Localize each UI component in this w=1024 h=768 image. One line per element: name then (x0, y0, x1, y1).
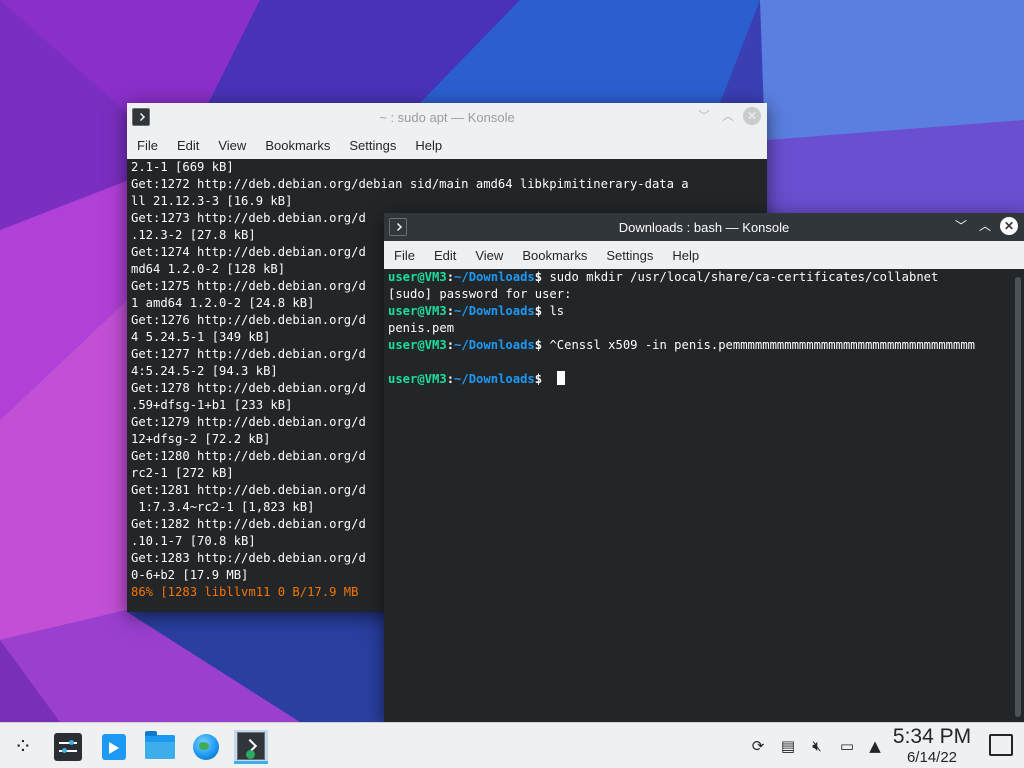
updates-icon: ⟳ (751, 737, 765, 755)
volume-muted-icon: 🔇︎ (812, 737, 822, 755)
prompt-sign: $ (534, 304, 543, 318)
dolphin-file-manager-button[interactable] (143, 730, 177, 764)
menu-bookmarks[interactable]: Bookmarks (514, 248, 595, 263)
dolphin-folder-icon (145, 731, 175, 759)
application-launcher-icon: ⁘ (13, 734, 33, 760)
command-output (388, 354, 1010, 371)
prompt-line: user@VM3:~/Downloads$ ls (388, 303, 1010, 320)
network-wired-icon: ▭ (839, 737, 855, 755)
clipboard-icon: ▤ (780, 737, 796, 755)
system-settings-button[interactable] (51, 730, 85, 764)
menu-edit[interactable]: Edit (169, 138, 207, 153)
prompt-separator: : (446, 338, 455, 352)
chevron-up-icon: ︿ (978, 219, 991, 233)
text-cursor (556, 371, 565, 385)
menu-help[interactable]: Help (407, 138, 450, 153)
clock-time[interactable]: 5:34 PM (880, 725, 984, 749)
taskbar-panel: ⁘ ⟳ ▤ 🔇︎ ▭ ▲ 5:34 PM 6/14/22 (0, 722, 1024, 768)
prompt-separator: : (446, 304, 455, 318)
menu-file[interactable]: File (386, 248, 423, 263)
terminal-line: Get:1272 http://deb.debian.org/debian si… (131, 177, 689, 191)
prompt-path: ~/Downloads (454, 304, 535, 318)
window-title: ~ : sudo apt — Konsole (379, 109, 515, 125)
prompt-user: user@VM3 (388, 338, 447, 352)
command-output: penis.pem (388, 321, 455, 335)
chevron-down-icon: ﹀ (697, 109, 710, 123)
prompt-user: user@VM3 (388, 372, 447, 386)
window-titlebar[interactable]: ~ : sudo apt — Konsole ﹀ ︿ ✕ (127, 103, 767, 131)
prompt-sign: $ (534, 372, 543, 386)
menu-view[interactable]: View (210, 138, 254, 153)
close-button[interactable]: ✕ (743, 107, 761, 125)
chevron-up-icon: ︿ (721, 109, 734, 123)
close-icon: ✕ (1003, 219, 1015, 233)
close-icon: ✕ (746, 109, 758, 123)
clipboard-tray-button[interactable]: ▤ (777, 735, 799, 757)
konsole-app-icon[interactable] (132, 108, 150, 126)
terminal-line: ll 21.12.3-3 [16.9 kB] (131, 194, 293, 208)
konsole-window-downloads[interactable]: Downloads : bash — Konsole ﹀ ︿ ✕ File Ed… (384, 213, 1024, 722)
maximize-button[interactable]: ︿ (719, 107, 737, 125)
maximize-button[interactable]: ︿ (976, 217, 994, 235)
menu-bar: File Edit View Bookmarks Settings Help (384, 241, 1024, 269)
prompt-path: ~/Downloads (454, 338, 535, 352)
prompt-path: ~/Downloads (454, 270, 535, 284)
discover-store-button[interactable] (97, 730, 131, 764)
prompt-line: user@VM3:~/Downloads$ ^Censsl x509 -in p… (388, 337, 1010, 354)
prompt-user: user@VM3 (388, 270, 447, 284)
menu-settings[interactable]: Settings (341, 138, 404, 153)
window-title: Downloads : bash — Konsole (618, 219, 790, 235)
system-settings-icon (54, 733, 82, 761)
close-button[interactable]: ✕ (1000, 217, 1018, 235)
command-text: sudo mkdir /usr/local/share/ca-certifica… (542, 270, 939, 284)
window-count-badge (246, 750, 255, 759)
prompt-separator: : (446, 372, 455, 386)
discover-store-icon (102, 734, 126, 760)
konsole-task-button[interactable] (234, 730, 268, 764)
menu-file[interactable]: File (129, 138, 166, 153)
window-titlebar[interactable]: Downloads : bash — Konsole ﹀ ︿ ✕ (384, 213, 1024, 241)
network-tray-button[interactable]: ▭ (836, 735, 858, 757)
minimize-button[interactable]: ﹀ (952, 217, 970, 235)
prompt-separator: : (446, 270, 455, 284)
prompt-line: user@VM3:~/Downloads$ sudo mkdir /usr/lo… (388, 269, 1010, 286)
menu-bar: File Edit View Bookmarks Settings Help (127, 131, 767, 159)
terminal-line: 2.1-1 [669 kB] (131, 160, 234, 174)
prompt-sign: $ (534, 270, 543, 284)
prompt-sign: $ (534, 338, 543, 352)
updates-tray-button[interactable]: ⟳ (747, 735, 769, 757)
terminal-session[interactable]: user@VM3:~/Downloads$ sudo mkdir /usr/lo… (384, 269, 1024, 722)
prompt-user: user@VM3 (388, 304, 447, 318)
show-desktop-button[interactable] (989, 734, 1013, 756)
menu-settings[interactable]: Settings (598, 248, 661, 263)
prompt-path: ~/Downloads (454, 372, 535, 386)
prompt-line: user@VM3:~/Downloads$ (388, 371, 1010, 388)
command-text: ls (542, 304, 565, 318)
menu-edit[interactable]: Edit (426, 248, 464, 263)
volume-tray-button[interactable]: 🔇︎ (806, 735, 828, 757)
application-launcher-button[interactable]: ⁘ (6, 730, 40, 764)
clock-date[interactable]: 6/14/22 (880, 749, 984, 766)
web-browser-button[interactable] (189, 730, 223, 764)
command-text: ^Censsl x509 -in penis.pemmmmmmmmmmmmmmm… (542, 338, 976, 352)
menu-bookmarks[interactable]: Bookmarks (257, 138, 338, 153)
menu-help[interactable]: Help (664, 248, 707, 263)
terminal-scrollbar[interactable] (1015, 277, 1021, 717)
konsole-app-icon[interactable] (389, 218, 407, 236)
chevron-down-icon: ﹀ (954, 219, 967, 233)
minimize-button[interactable]: ﹀ (695, 107, 713, 125)
command-output: [sudo] password for user: (388, 287, 572, 301)
web-browser-globe-icon (193, 734, 219, 760)
menu-view[interactable]: View (467, 248, 511, 263)
